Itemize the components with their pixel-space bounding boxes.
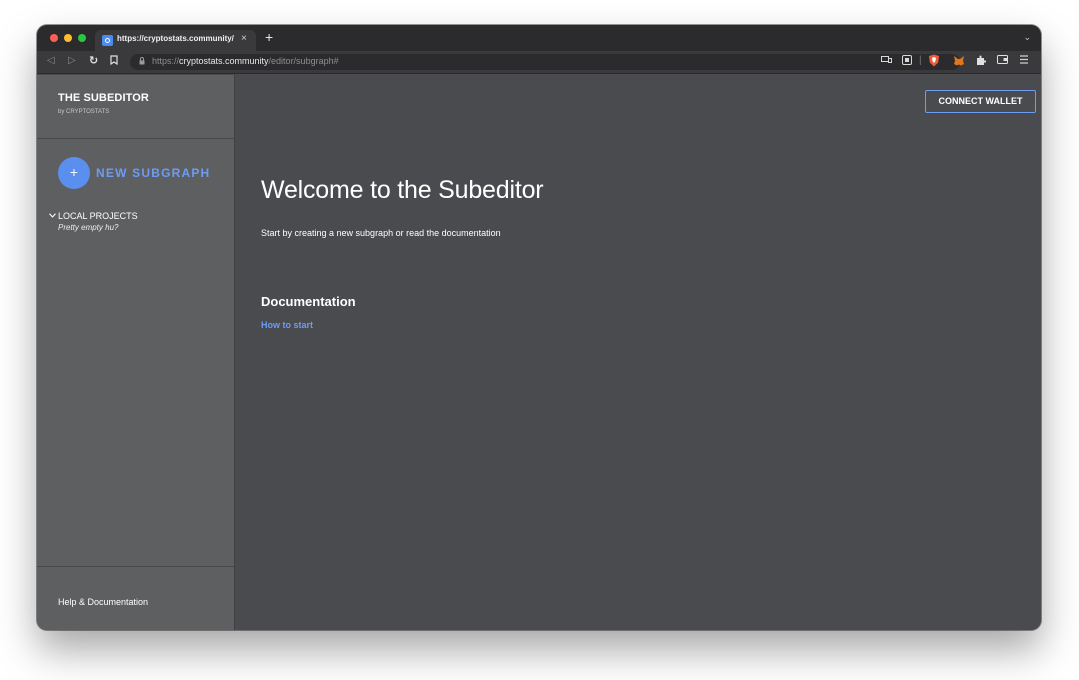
sidebar: THE SUBEDITOR by CRYPTOSTATS + NEW SUBGR… [37,75,235,630]
menu-icon[interactable] [1020,55,1028,67]
url-path: /editor/subgraph# [268,56,339,66]
wallet-icon[interactable] [997,55,1008,67]
toolbar-divider: | [919,55,922,66]
sidebar-footer: Help & Documentation [37,566,234,630]
url-text: https://cryptostats.community/editor/sub… [152,56,339,66]
projects-empty-message: Pretty empty hu? [58,223,119,232]
address-bar[interactable]: https://cryptostats.community/editor/sub… [130,54,960,70]
main-content: CONNECT WALLET Welcome to the Subeditor … [236,75,1041,630]
tab-list-chevron-icon[interactable]: ⌄ [1023,32,1031,43]
tab-close-icon[interactable]: × [241,33,247,44]
app-subtitle: by CRYPTOSTATS [58,109,110,115]
reload-icon[interactable]: ↻ [89,54,98,67]
close-window-button[interactable] [50,34,58,42]
forward-icon[interactable]: ▷ [68,55,76,66]
back-icon[interactable]: ◁ [47,55,55,66]
how-to-start-link[interactable]: How to start [261,320,313,330]
intro-text: Start by creating a new subgraph or read… [261,228,501,238]
site-favicon-icon [102,35,113,46]
page-title: Welcome to the Subeditor [261,176,544,204]
metamask-fox-icon[interactable] [953,55,965,69]
documentation-heading: Documentation [261,294,356,309]
maximize-window-button[interactable] [78,34,86,42]
browser-toolbar: ◁ ▷ ↻ https://cryptostats.community/edit… [37,51,1041,74]
url-scheme: https:// [152,56,180,66]
help-documentation-link[interactable]: Help & Documentation [58,597,148,607]
plus-icon: + [58,157,90,189]
connect-wallet-button[interactable]: CONNECT WALLET [925,90,1036,113]
tab-strip: https://cryptostats.community/ × + ⌄ [37,25,1041,51]
new-tab-button[interactable]: + [265,29,273,45]
brand-header: THE SUBEDITOR by CRYPTOSTATS [37,75,234,139]
chevron-down-icon[interactable] [49,211,56,220]
lock-icon [139,57,145,67]
tab-title: https://cryptostats.community/ [117,34,234,43]
brave-shield-icon[interactable] [928,54,940,70]
qr-code-icon[interactable] [902,55,912,68]
browser-window: https://cryptostats.community/ × + ⌄ ◁ ▷… [37,25,1041,630]
bookmark-icon[interactable] [110,55,118,68]
app-title: THE SUBEDITOR [58,92,149,104]
browser-tab[interactable]: https://cryptostats.community/ × [95,30,256,51]
new-subgraph-label: NEW SUBGRAPH [96,166,211,180]
cast-icon[interactable] [881,55,892,67]
local-projects-toggle[interactable]: LOCAL PROJECTS [58,211,138,221]
url-host: cryptostats.community [179,56,269,66]
extensions-puzzle-icon[interactable] [976,55,987,68]
minimize-window-button[interactable] [64,34,72,42]
